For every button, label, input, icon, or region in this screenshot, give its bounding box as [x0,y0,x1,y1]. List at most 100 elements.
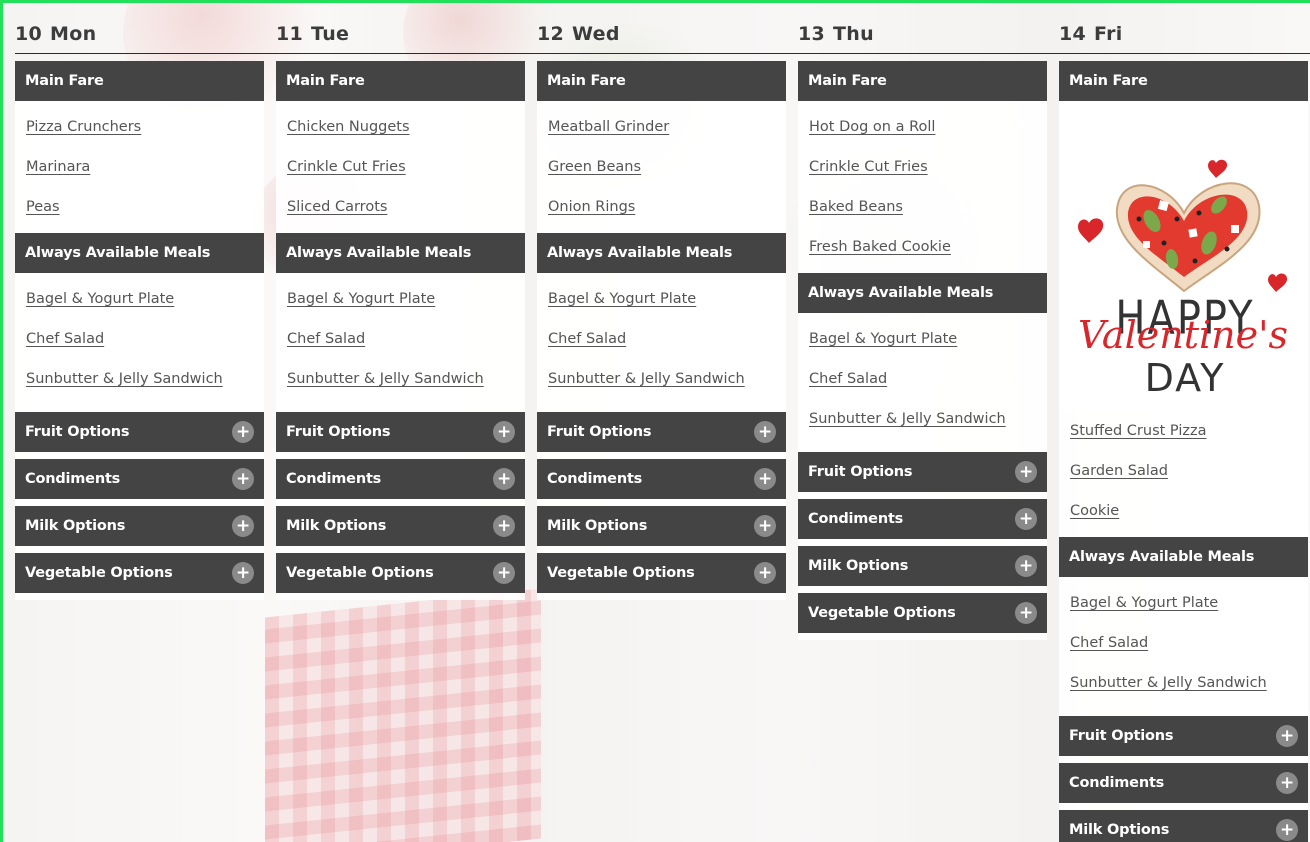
plus-circle-icon[interactable]: + [754,468,776,490]
options-accordion-3[interactable]: Vegetable Options + [15,553,264,593]
menu-item-link[interactable]: Garden Salad [1059,451,1308,491]
menu-item-link[interactable]: Cookie [1059,491,1308,531]
menu-item-link[interactable]: Sunbutter & Jelly Sandwich [276,359,525,399]
plus-circle-icon[interactable]: + [1015,555,1037,577]
week-menu: 10 Mon Main Fare Pizza Crunchers Marinara Pea… [3,3,1310,842]
menu-item-link[interactable]: Chef Salad [15,319,264,359]
options-accordion-0[interactable]: Fruit Options + [276,412,525,452]
day-header: 10 Mon [15,23,264,47]
menu-item-link[interactable]: Hot Dog on a Roll [798,107,1047,147]
options-accordion-1[interactable]: Condiments + [276,459,525,499]
options-label: Milk Options [25,518,126,534]
menu-item-link[interactable]: Baked Beans [798,187,1047,227]
main-fare-label: Main Fare [25,73,104,89]
menu-item-link[interactable]: Pizza Crunchers [15,107,264,147]
menu-item-link[interactable]: Meatball Grinder [537,107,786,147]
options-accordion-1[interactable]: Condiments + [15,459,264,499]
plus-circle-icon[interactable]: + [754,562,776,584]
menu-item-link[interactable]: Sunbutter & Jelly Sandwich [15,359,264,399]
main-fare-list: Meatball Grinder Green Beans Onion Rings [537,101,786,233]
day-menu-panel: Main Fare Hot Dog on a Roll Crinkle Cut Fr… [798,61,1047,640]
day-name: Tue [311,23,350,45]
menu-item-link[interactable]: Bagel & Yogurt Plate [15,279,264,319]
options-accordion-1[interactable]: Condiments + [798,499,1047,539]
plus-circle-icon[interactable]: + [232,562,254,584]
menu-item-link[interactable]: Crinkle Cut Fries [798,147,1047,187]
menu-item-link[interactable]: Sunbutter & Jelly Sandwich [798,399,1047,439]
options-label: Vegetable Options [808,605,956,621]
always-available-list: Bagel & Yogurt Plate Chef Salad Sunbutter … [276,273,525,405]
always-available-header: Always Available Meals [1059,537,1308,577]
options-accordion-2[interactable]: Milk Options + [798,546,1047,586]
plus-circle-icon[interactable]: + [493,515,515,537]
menu-item-link[interactable]: Bagel & Yogurt Plate [1059,583,1308,623]
plus-circle-icon[interactable]: + [232,515,254,537]
menu-item-link[interactable]: Crinkle Cut Fries [276,147,525,187]
plus-circle-icon[interactable]: + [493,562,515,584]
options-accordion-3[interactable]: Vegetable Options + [537,553,786,593]
options-label: Milk Options [286,518,387,534]
menu-item-link[interactable]: Chef Salad [537,319,786,359]
options-accordion-3[interactable]: Vegetable Options + [798,593,1047,633]
options-accordion-1[interactable]: Condiments + [1059,763,1308,803]
plus-circle-icon[interactable]: + [493,468,515,490]
menu-item-link[interactable]: Bagel & Yogurt Plate [276,279,525,319]
plus-circle-icon[interactable]: + [1015,508,1037,530]
menu-item-link[interactable]: Chef Salad [1059,623,1308,663]
options-accordion-2[interactable]: Milk Options + [15,506,264,546]
menu-item-link[interactable]: Peas [15,187,264,227]
options-label: Fruit Options [808,464,913,480]
options-accordion-3[interactable]: Vegetable Options + [276,553,525,593]
options-accordion-2[interactable]: Milk Options + [1059,810,1308,842]
day-number: 10 [15,23,43,45]
plus-circle-icon[interactable]: + [1276,725,1298,747]
main-fare-label: Main Fare [286,73,365,89]
options-label: Condiments [25,471,121,487]
menu-item-link[interactable]: Stuffed Crust Pizza [1059,411,1308,451]
menu-item-link[interactable]: Onion Rings [537,187,786,227]
options-label: Vegetable Options [25,565,173,581]
options-label: Condiments [1069,775,1165,791]
art-line3: DAY [1145,356,1226,400]
plus-circle-icon[interactable]: + [1276,819,1298,841]
options-accordion-2[interactable]: Milk Options + [537,506,786,546]
menu-item-link[interactable]: Marinara [15,147,264,187]
day-number: 12 [537,23,565,45]
plus-circle-icon[interactable]: + [1015,461,1037,483]
always-available-list: Bagel & Yogurt Plate Chef Salad Sunbutter … [1059,577,1308,709]
options-accordion-0[interactable]: Fruit Options + [537,412,786,452]
main-fare-list: Hot Dog on a Roll Crinkle Cut Fries Baked … [798,101,1047,273]
heart-icon [1268,273,1288,292]
plus-circle-icon[interactable]: + [493,421,515,443]
options-accordion-2[interactable]: Milk Options + [276,506,525,546]
main-fare-label: Main Fare [547,73,626,89]
options-label: Condiments [808,511,904,527]
menu-item-link[interactable]: Chicken Nuggets [276,107,525,147]
options-accordion-0[interactable]: Fruit Options + [1059,716,1308,756]
plus-circle-icon[interactable]: + [232,468,254,490]
options-accordion-0[interactable]: Fruit Options + [15,412,264,452]
menu-item-link[interactable]: Bagel & Yogurt Plate [537,279,786,319]
options-label: Milk Options [1069,822,1170,838]
plus-circle-icon[interactable]: + [232,421,254,443]
menu-item-link[interactable]: Chef Salad [798,359,1047,399]
options-accordion-1[interactable]: Condiments + [537,459,786,499]
menu-item-link[interactable]: Bagel & Yogurt Plate [798,319,1047,359]
menu-item-link[interactable]: Fresh Baked Cookie [798,227,1047,267]
plus-circle-icon[interactable]: + [1015,602,1037,624]
menu-item-link[interactable]: Sunbutter & Jelly Sandwich [537,359,786,399]
menu-item-link[interactable]: Green Beans [537,147,786,187]
menu-item-link[interactable]: Chef Salad [276,319,525,359]
options-label: Condiments [286,471,382,487]
menu-item-link[interactable]: Sunbutter & Jelly Sandwich [1059,663,1308,703]
plus-circle-icon[interactable]: + [754,515,776,537]
plus-circle-icon[interactable]: + [1276,772,1298,794]
menu-item-link[interactable]: Sliced Carrots [276,187,525,227]
plus-circle-icon[interactable]: + [754,421,776,443]
options-accordion-0[interactable]: Fruit Options + [798,452,1047,492]
